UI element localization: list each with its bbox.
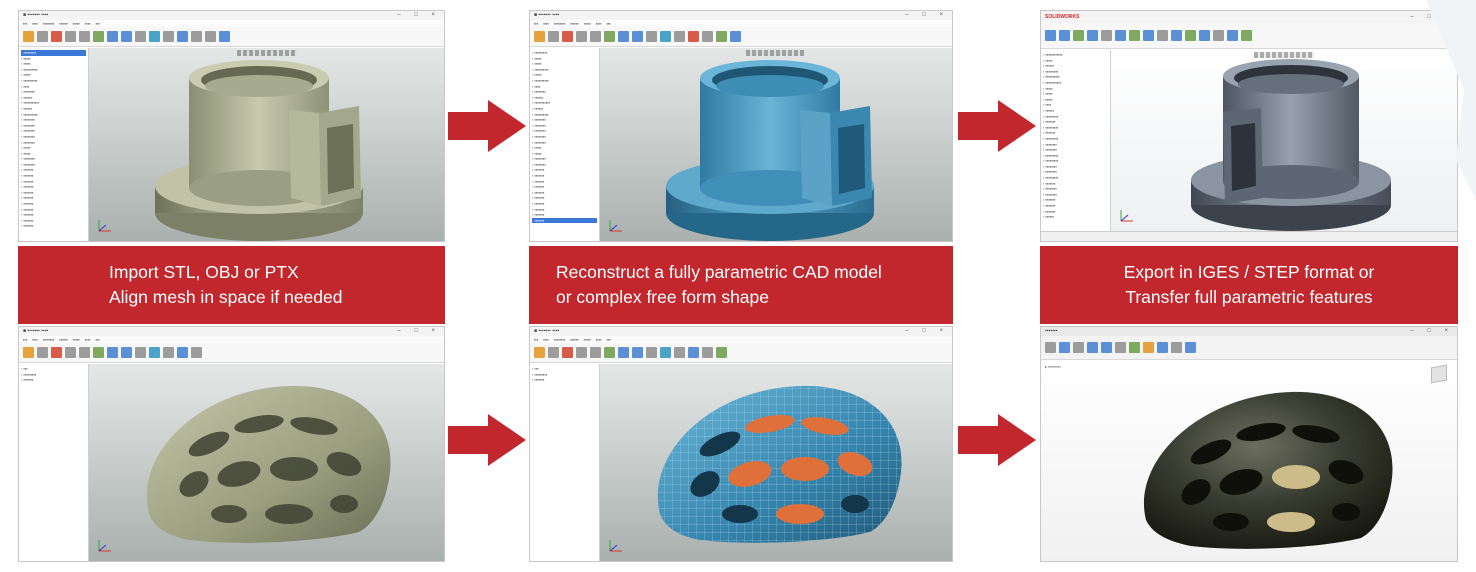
housing-cad-model <box>666 60 874 241</box>
feature-tree[interactable]: ▪ ▪▪▪▪▪▪▪▪▪ ▪ ▪▪▪▪▪ ▪ ▪▪▪▪▪ ▪ ▪▪▪▪▪▪▪▪▪▪ ▪ ▪▪▪▪▪ ▪… <box>19 48 89 241</box>
window-controls-icon[interactable]: – □ × <box>397 327 441 336</box>
helmet-mesh-model <box>146 385 391 543</box>
view-toolbar[interactable] <box>746 50 806 56</box>
arrow-right-icon <box>448 414 526 466</box>
3d-viewport[interactable] <box>89 364 444 561</box>
toolbar-ribbon[interactable] <box>1041 336 1457 360</box>
step-banner-export: Export in IGES / STEP format or Transfer… <box>1040 246 1458 324</box>
feature-manager-tree[interactable]: ▪ ▪▪▪▪▪▪▪▪▪▪▪▪ ▪ ▪▪▪▪▪ ▪ ▪▪▪▪▪▪ ▪ ▪▪▪▪▪▪▪▪▪ ▪ ▪▪▪… <box>1041 50 1111 231</box>
3d-viewport[interactable] <box>600 48 952 241</box>
housing-mesh-model <box>155 60 363 241</box>
screenshot-reconstruct-housing: ■ ▪▪▪▪▪▪▪ ▪▪▪▪ – □ × ▪▪▪ ▪▪▪▪ ▪▪▪▪▪▪▪▪ ▪▪▪▪▪… <box>529 10 953 242</box>
toolbar-ribbon[interactable] <box>1041 23 1457 49</box>
coordinate-triad-icon <box>609 540 622 552</box>
screenshot-reconstruct-helmet: ■ ▪▪▪▪▪▪▪ ▪▪▪▪ – □ × ▪▪▪ ▪▪▪▪ ▪▪▪▪▪▪▪▪ ▪▪▪▪▪… <box>529 326 953 562</box>
window-titlebar: ■ ▪▪▪▪▪▪▪ ▪▪▪▪ – □ × <box>530 11 952 20</box>
view-toolbar[interactable] <box>236 50 297 56</box>
toolbar-ribbon[interactable] <box>530 343 952 363</box>
arrow-right-icon <box>958 100 1036 152</box>
feature-tree[interactable]: ▪ ▪▪▪▪▪▪▪▪▪ ▪ ▪▪▪▪▪ ▪ ▪▪▪▪▪ ▪ ▪▪▪▪▪▪▪▪▪▪ ▪ ▪▪▪▪▪ ▪… <box>530 48 600 241</box>
screenshot-mesh-import-helmet: ■ ▪▪▪▪▪▪▪ ▪▪▪▪ – □ × ▪▪▪ ▪▪▪▪ ▪▪▪▪▪▪▪▪ ▪▪▪▪▪… <box>18 326 445 562</box>
window-controls-icon[interactable]: – □ × <box>1410 327 1454 336</box>
status-toolbar[interactable] <box>1041 231 1457 241</box>
arrow-right-icon <box>448 100 526 152</box>
helmet-rendered-model <box>1143 391 1393 549</box>
step-2-line-2: or complex free form shape <box>556 287 770 307</box>
menu-bar[interactable]: ▪▪▪ ▪▪▪▪ ▪▪▪▪▪▪▪▪ ▪▪▪▪▪▪ ▪▪▪▪▪ ▪▪▪▪ ▪▪▪ <box>19 20 444 27</box>
screenshot-mesh-import-housing: ■ ▪▪▪▪▪▪▪ ▪▪▪▪ – □ × ▪▪▪ ▪▪▪▪ ▪▪▪▪▪▪▪▪ ▪▪▪▪▪… <box>18 10 445 242</box>
coordinate-triad-icon <box>98 540 111 552</box>
step-banner-reconstruct: Reconstruct a fully parametric CAD model… <box>529 246 953 324</box>
screenshot-export-helmet: ▪▪▪▪▪▪▪ – □ × ▸ ▪▪▪▪▪▪▪▪▪ <box>1040 326 1458 562</box>
step-2-line-1: Reconstruct a fully parametric CAD model <box>556 262 882 282</box>
arrow-right-icon <box>958 414 1036 466</box>
coordinate-triad-icon <box>98 220 111 232</box>
3d-viewport[interactable]: ▸ ▪▪▪▪▪▪▪▪▪ <box>1041 360 1457 561</box>
coordinate-triad-icon <box>609 220 622 232</box>
solidworks-logo: SOLIDWORKS <box>1045 14 1080 20</box>
feature-tree[interactable]: ▪ ▪▪▪ ▪ ▪▪▪▪▪▪▪▪▪ ▪ ▪▪▪▪ <box>19 364 89 561</box>
step-3-line-2: Transfer full parametric features <box>1125 287 1373 307</box>
coordinate-triad-icon <box>1120 210 1133 222</box>
window-controls-icon[interactable]: – □ × <box>905 327 949 336</box>
screenshot-solidworks-housing: SOLIDWORKS – □ × ▪ ▪▪▪▪▪▪▪▪▪▪▪▪ ▪ ▪▪▪▪▪ ▪ ▪▪▪▪… <box>1040 10 1458 242</box>
feature-tree[interactable]: ▪ ▪▪▪ ▪ ▪▪▪▪▪▪▪▪▪ ▪ ▪▪▪▪ <box>530 364 600 561</box>
window-titlebar: ▪▪▪▪▪▪▪ – □ × <box>1041 327 1457 336</box>
step-1-line-1: Import STL, OBJ or PTX <box>109 262 299 282</box>
menu-bar[interactable]: ▪▪▪ ▪▪▪▪ ▪▪▪▪▪▪▪▪ ▪▪▪▪▪▪ ▪▪▪▪▪ ▪▪▪▪ ▪▪▪ <box>530 20 952 27</box>
toolbar-ribbon[interactable] <box>530 27 952 47</box>
menu-bar[interactable]: ▪▪▪ ▪▪▪▪ ▪▪▪▪▪▪▪▪ ▪▪▪▪▪▪ ▪▪▪▪▪ ▪▪▪▪ ▪▪▪ <box>530 336 952 343</box>
step-banner-import: Import STL, OBJ or PTX Align mesh in spa… <box>18 246 445 324</box>
view-toolbar[interactable] <box>1254 52 1314 58</box>
window-titlebar: ■ ▪▪▪▪▪▪▪ ▪▪▪▪ – □ × <box>530 327 952 336</box>
window-titlebar: ■ ▪▪▪▪▪▪▪ ▪▪▪▪ – □ × <box>19 11 444 20</box>
view-cube-icon[interactable] <box>1431 364 1447 384</box>
helmet-surface-model <box>657 385 902 543</box>
step-1-line-2: Align mesh in space if needed <box>109 287 343 307</box>
toolbar-ribbon[interactable] <box>19 27 444 47</box>
window-titlebar: ■ ▪▪▪▪▪▪▪ ▪▪▪▪ – □ × <box>19 327 444 336</box>
window-controls-icon[interactable]: – □ × <box>905 11 949 20</box>
step-3-line-1: Export in IGES / STEP format or <box>1123 262 1375 282</box>
menu-bar[interactable]: ▪▪▪ ▪▪▪▪ ▪▪▪▪▪▪▪▪ ▪▪▪▪▪▪ ▪▪▪▪▪ ▪▪▪▪ ▪▪▪ <box>19 336 444 343</box>
window-controls-icon[interactable]: – □ × <box>397 11 441 20</box>
3d-viewport[interactable] <box>600 364 952 561</box>
decorative-corner-shape <box>1426 0 1476 200</box>
3d-viewport[interactable] <box>89 48 444 241</box>
browser-panel[interactable]: ▸ ▪▪▪▪▪▪▪▪▪ <box>1045 364 1105 374</box>
window-titlebar: SOLIDWORKS – □ × <box>1041 11 1457 23</box>
toolbar-ribbon[interactable] <box>19 343 444 363</box>
